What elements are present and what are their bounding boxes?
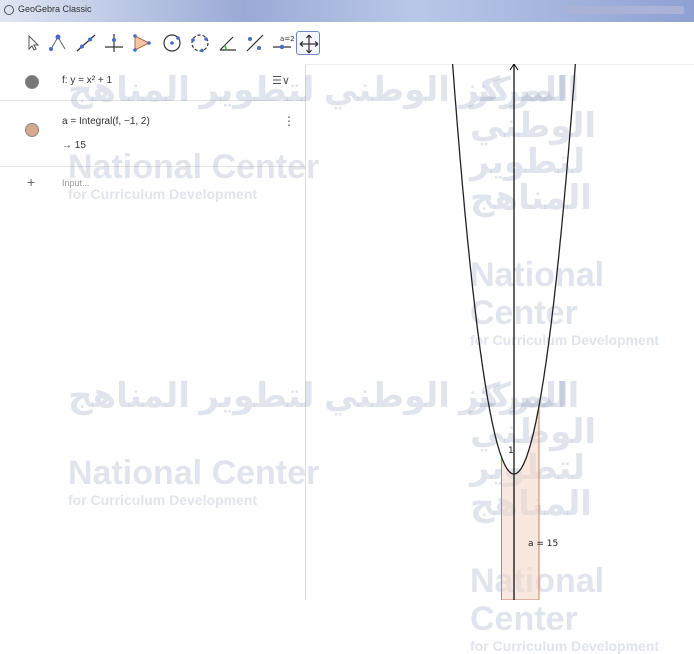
visibility-toggle-a[interactable] <box>25 123 39 137</box>
expression-f[interactable]: f: y = x² + 1 <box>62 75 112 86</box>
area-label: a = 15 <box>528 539 558 549</box>
circle-three-points-icon[interactable] <box>188 31 212 55</box>
algebra-style-toggle-icon[interactable]: ☰∨ <box>272 74 290 87</box>
more-options-icon[interactable]: ⋮ <box>283 114 295 128</box>
geogebra-app-icon <box>4 5 14 15</box>
algebra-row-a[interactable]: a = Integral(f, −1, 2) → 15 ⋮ <box>0 102 305 167</box>
graphics-view[interactable]: 1 a = 15 <box>306 0 694 601</box>
polygon-icon[interactable] <box>130 31 154 55</box>
algebra-view: f: y = x² + 1 ☰∨ a = Integral(f, −1, 2) … <box>0 64 305 209</box>
move-arrow-icon[interactable] <box>20 31 44 55</box>
add-icon[interactable]: + <box>27 174 35 190</box>
line-icon[interactable] <box>74 31 98 55</box>
input-field[interactable]: Input... <box>62 178 90 188</box>
move-graphics-view-icon[interactable] <box>296 31 320 55</box>
circle-center-point-icon[interactable] <box>160 31 184 55</box>
window-title: GeoGebra Classic <box>18 4 92 14</box>
toolbar: a=2 <box>0 22 694 65</box>
visibility-toggle-f[interactable] <box>25 75 39 89</box>
window-controls-area <box>564 6 684 14</box>
slider-icon[interactable]: a=2 <box>270 31 294 55</box>
graphics-canvas[interactable]: 1 a = 15 <box>306 0 694 601</box>
window-title-bar: GeoGebra Classic <box>0 0 694 22</box>
watermark-sub: for Curriculum Development <box>470 638 660 654</box>
result-a: → 15 <box>62 140 86 151</box>
expression-a[interactable]: a = Integral(f, −1, 2) <box>62 116 150 127</box>
algebra-row-f[interactable]: f: y = x² + 1 ☰∨ <box>0 64 305 101</box>
point-icon[interactable] <box>46 31 70 55</box>
point-label: 1 <box>508 446 514 456</box>
svg-text:a=2: a=2 <box>280 35 294 43</box>
reflect-icon[interactable] <box>243 31 267 55</box>
input-bar[interactable]: + Input... <box>0 168 305 202</box>
perpendicular-line-icon[interactable] <box>102 31 126 55</box>
angle-icon[interactable] <box>216 31 240 55</box>
